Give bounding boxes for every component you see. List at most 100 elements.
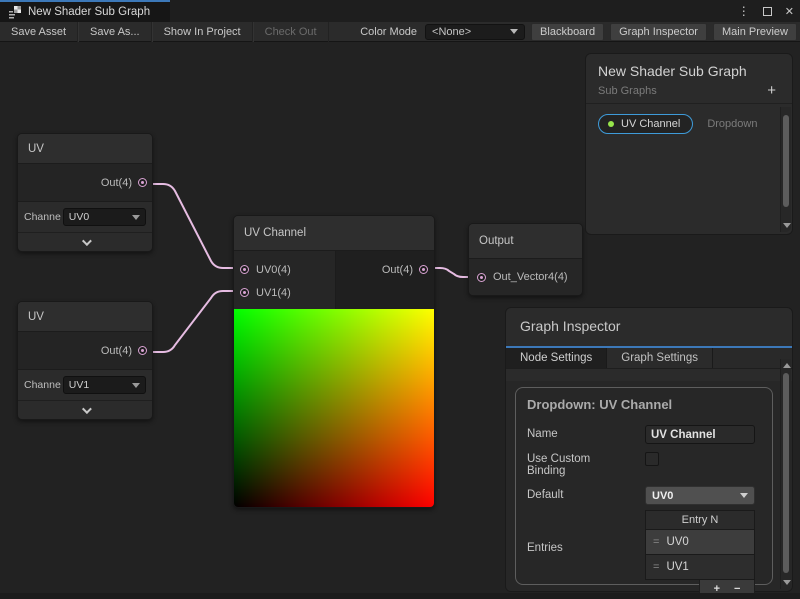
inspector-title: Graph Inspector [520,318,778,334]
shader-graph-icon [8,5,22,19]
port-label: Out(4) [101,177,132,189]
inspector-tabs: Node Settings Graph Settings [506,346,792,369]
property-name: UV Channel [621,118,680,130]
inspector-content: Dropdown: UV Channel Name Use Custom Bin… [506,381,792,591]
node-out-row: Out(4) [18,164,152,202]
property-type: Dropdown [707,118,757,130]
scrollbar-thumb[interactable] [783,373,789,573]
inspector-scrollbar[interactable] [780,359,791,589]
show-in-project-button[interactable]: Show In Project [152,22,253,42]
edge-uv1[interactable] [142,291,244,352]
node-title[interactable]: UV Channel [234,216,434,251]
node-title[interactable]: Output [469,224,582,259]
entry-item-uv1[interactable]: = UV1 [645,555,755,580]
blackboard-subtitle: Sub Graphs [598,85,657,97]
drag-handle-icon[interactable]: = [653,536,658,548]
node-out-row: Out(4) [18,332,152,370]
dropdown-arrow-icon [510,29,518,34]
blackboard-subrow: Sub Graphs + [598,85,780,97]
scroll-up-icon[interactable] [783,363,791,368]
edge-uv0[interactable] [142,184,244,268]
drag-handle-icon[interactable]: = [653,561,658,573]
blackboard-scrollbar[interactable] [780,107,791,232]
tab-new-shader-sub-graph[interactable]: New Shader Sub Graph [0,0,170,22]
section-title: Dropdown: UV Channel [516,388,772,422]
input-port-icon[interactable] [477,273,486,282]
name-label: Name [527,425,645,440]
dropdown-settings-box: Dropdown: UV Channel Name Use Custom Bin… [515,387,773,585]
toolbar-right-group: Color Mode <None> Blackboard Graph Inspe… [360,23,800,41]
default-select[interactable]: UV0 [645,486,755,505]
name-row: Name [516,422,772,447]
input-port-icon[interactable] [240,288,249,297]
tab-node-settings[interactable]: Node Settings [506,348,606,368]
graph-inspector-toggle-button[interactable]: Graph Inspector [610,23,707,41]
save-asset-button[interactable]: Save Asset [0,22,78,42]
kebab-menu-icon[interactable]: ⋮ [738,4,750,18]
entry-label: UV1 [666,561,688,573]
output-port-icon[interactable] [138,346,147,355]
channel-select[interactable]: UV0 [63,208,146,226]
default-value: UV0 [652,490,673,502]
scroll-down-icon[interactable] [783,223,791,228]
save-as-button[interactable]: Save As... [78,22,152,42]
collapse-chevron-icon [81,236,91,246]
channel-value: UV1 [69,379,89,391]
close-icon[interactable]: ✕ [785,5,794,18]
color-mode-value: <None> [432,26,471,38]
port-label: Out(4) [382,264,413,276]
dropdown-arrow-icon [132,215,140,220]
channel-row: Channe UV0 [18,202,152,232]
ports-area: UV0(4) UV1(4) Out(4) [234,251,434,309]
input-ports-column: UV0(4) UV1(4) [234,251,336,309]
exposed-dot-icon [608,121,614,127]
input-port-icon[interactable] [240,265,249,274]
property-pill[interactable]: UV Channel [598,114,693,134]
blackboard-title: New Shader Sub Graph [598,63,780,79]
node-uv-a[interactable]: UV Out(4) Channe UV0 [17,133,153,252]
node-uv-channel[interactable]: UV Channel UV0(4) UV1(4) Out(4) [233,215,435,508]
node-uv-b[interactable]: UV Out(4) Channe UV1 [17,301,153,420]
add-property-button[interactable]: + [763,85,780,97]
shader-graph-window: New Shader Sub Graph ⋮ ✕ Save Asset Save… [0,0,800,599]
node-title[interactable]: UV [18,134,152,164]
dropdown-arrow-icon [740,493,748,498]
input-port-row: Out_Vector4(4) [469,259,582,295]
window-controls: ⋮ ✕ [738,0,794,22]
graph-toolbar: Save Asset Save As... Show In Project Ch… [0,22,800,42]
custom-binding-checkbox[interactable] [645,452,659,466]
channel-label: Channe [24,211,61,223]
scroll-down-icon[interactable] [783,580,791,585]
window-bottom-edge [0,593,800,599]
tab-graph-settings[interactable]: Graph Settings [606,348,713,368]
color-mode-select[interactable]: <None> [425,24,525,40]
output-port-icon[interactable] [419,265,428,274]
inspector-header: Graph Inspector [506,308,792,346]
channel-value: UV0 [69,211,89,223]
collapse-row[interactable] [18,400,152,419]
scrollbar-thumb[interactable] [783,115,789,207]
blackboard-panel: New Shader Sub Graph Sub Graphs + UV Cha… [585,53,793,235]
entries-header: Entry N [645,510,755,530]
entries-list: Entry N = UV0 = UV1 [645,510,755,580]
port-label: UV0(4) [256,264,291,276]
tab-title: New Shader Sub Graph [28,6,150,18]
maximize-icon[interactable] [763,7,772,16]
blackboard-toggle-button[interactable]: Blackboard [531,23,604,41]
main-preview-toggle-button[interactable]: Main Preview [713,23,797,41]
graph-inspector-panel: Graph Inspector Node Settings Graph Sett… [505,307,793,592]
entry-item-uv0[interactable]: = UV0 [645,530,755,555]
output-ports-column: Out(4) [336,251,434,309]
dropdown-arrow-icon [132,383,140,388]
node-title[interactable]: UV [18,302,152,332]
collapse-row[interactable] [18,232,152,251]
custom-binding-label: Use Custom Binding [527,450,645,477]
output-port-row: Out(4) [336,258,434,281]
channel-row: Channe UV1 [18,370,152,400]
node-output[interactable]: Output Out_Vector4(4) [468,223,583,296]
check-out-button[interactable]: Check Out [253,22,329,42]
name-input[interactable] [645,425,755,444]
output-port-icon[interactable] [138,178,147,187]
tab-bar: New Shader Sub Graph ⋮ ✕ [0,0,800,22]
channel-select[interactable]: UV1 [63,376,146,394]
